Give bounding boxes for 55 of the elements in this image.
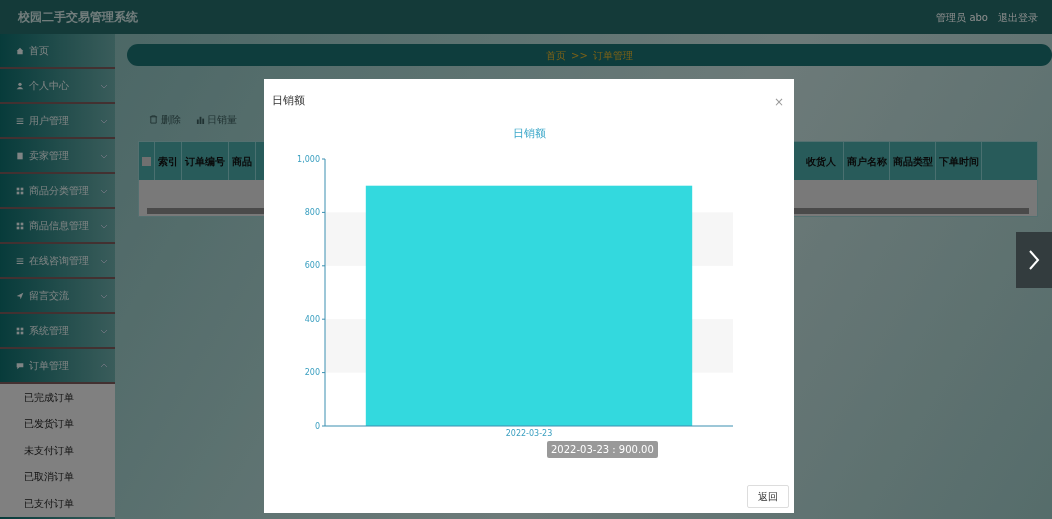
breadcrumb-separator: >> [571,48,588,63]
grid-icon [16,186,24,195]
send-icon [16,291,24,300]
trash-icon [149,115,158,124]
column-header: 商品 [229,142,256,180]
column-header: 商品类型 [890,142,936,180]
submenu-item[interactable]: 已完成订单 [0,384,115,411]
sidebar-item[interactable]: 商品分类管理 [0,174,115,209]
y-tick-label: 200 [304,368,320,378]
y-tick-label: 1,000 [297,154,320,164]
close-button[interactable]: × [773,92,784,111]
chart-title: 日销额 [512,127,546,140]
x-tick-label: 2022-03-23 [505,429,553,438]
submenu-item[interactable]: 已支付订单 [0,490,115,517]
app-title: 校园二手交易管理系统 [18,9,139,26]
y-tick-label: 400 [304,314,320,324]
bar-chart-icon [195,115,205,124]
column-header: 索引 [155,142,182,180]
column-header: 收货人 [798,142,844,180]
select-all-checkbox[interactable] [142,156,151,166]
grid-icon [16,326,24,335]
back-button[interactable]: 返回 [747,485,789,508]
y-tick-label: 800 [304,207,320,217]
submenu-item[interactable]: 已取消订单 [0,463,115,490]
user-icon [16,81,24,90]
logout-link[interactable]: 退出登录 [998,9,1038,25]
submenu-item[interactable]: 未支付订单 [0,437,115,464]
sidebar-item[interactable]: 在线咨询管理 [0,244,115,279]
tooltip: 2022-03-23 : 900.00 [547,441,658,458]
column-header: 商户名称 [844,142,890,180]
submenu-item[interactable]: 已发货订单 [0,410,115,437]
chevron-right-icon [1027,249,1041,271]
modal-title: 日销额 [271,93,305,110]
chat-icon [16,361,24,370]
grid-icon [16,221,24,230]
y-tick-label: 0 [314,421,320,431]
sidebar-item[interactable]: 商品信息管理 [0,209,115,244]
sidebar-item[interactable]: 首页 [0,34,115,69]
list-icon [16,116,24,125]
bar[interactable] [365,185,693,426]
breadcrumb-link[interactable]: 订单管理 [592,47,633,63]
column-header: 订单编号 [182,142,229,180]
home-icon [16,46,24,55]
sidebar-item[interactable]: 系统管理 [0,314,115,349]
user-label: 管理员 abo [936,10,988,25]
sidebar-item[interactable]: 留言交流 [0,279,115,314]
list-icon [16,256,24,265]
next-button[interactable] [1016,232,1052,288]
y-tick-label: 600 [304,261,320,271]
sidebar-item[interactable]: 用户管理 [0,104,115,139]
column-header: 下单时间 [936,142,982,180]
breadcrumb-link[interactable]: 首页 [546,47,567,63]
sidebar-item[interactable]: 卖家管理 [0,139,115,174]
document-icon [16,151,24,160]
sidebar-item[interactable]: 个人中心 [0,69,115,104]
